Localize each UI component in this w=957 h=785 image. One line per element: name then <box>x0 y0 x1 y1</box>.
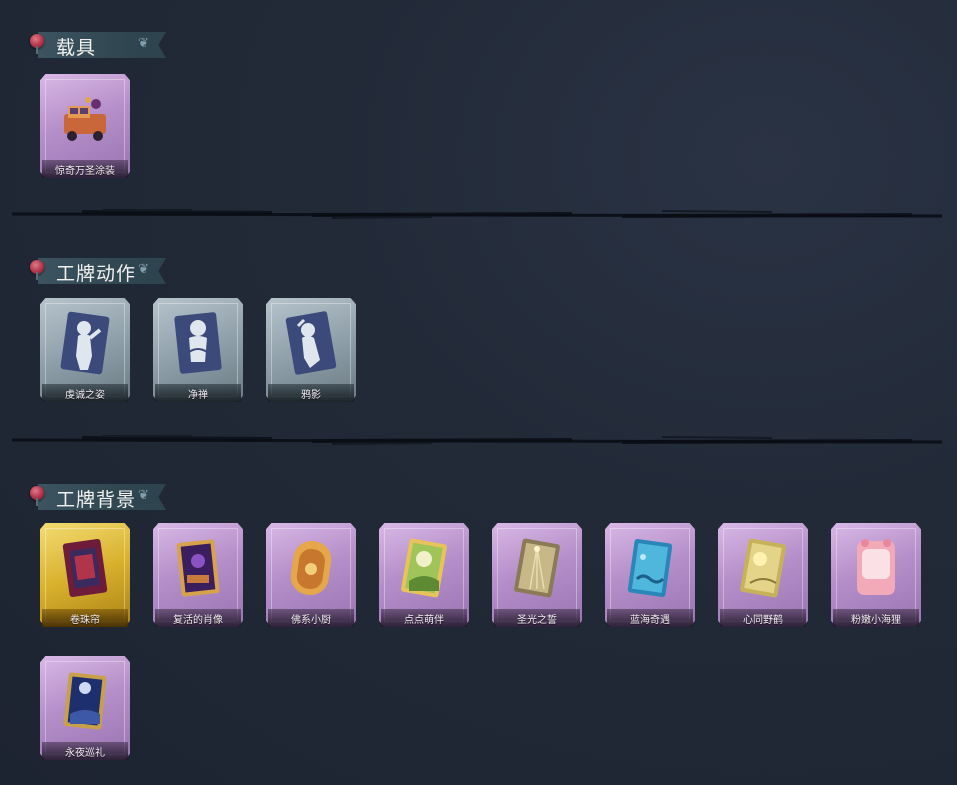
item-card-background[interactable]: 蓝海奇遇 <box>605 523 695 631</box>
item-card-background[interactable]: 卷珠帘 <box>40 523 130 631</box>
item-card-background[interactable]: 粉嫩小海狸 <box>831 523 921 631</box>
card-label: 永夜巡礼 <box>65 747 105 759</box>
card-label: 鸦影 <box>301 389 321 401</box>
item-card-background[interactable]: 心同野鹤 <box>718 523 808 631</box>
pose-silhouette-icon <box>60 311 110 375</box>
card-label-bar: 粉嫩小海狸 <box>833 609 919 627</box>
collection-panel: 载具 ❦ 惊奇万圣涂装 工牌动作 ❦ 虔诚之姿 净禅 鸦影 工牌背景 ❦ 卷珠帘… <box>0 0 957 785</box>
card-label: 卷珠帘 <box>70 614 100 626</box>
card-label: 粉嫩小海狸 <box>851 614 901 626</box>
card-label-bar: 心同野鹤 <box>720 609 806 627</box>
section-divider <box>12 209 942 219</box>
card-label: 蓝海奇遇 <box>630 614 670 626</box>
pose-silhouette-icon <box>285 311 337 375</box>
item-card-background[interactable]: 点点萌伴 <box>379 523 469 631</box>
pose-silhouette-icon <box>174 312 222 374</box>
badge-background-icon <box>176 539 220 597</box>
card-label: 点点萌伴 <box>404 614 444 626</box>
vehicle-icon <box>64 97 106 141</box>
card-label: 惊奇万圣涂装 <box>55 165 115 177</box>
badge-background-icon <box>514 538 560 598</box>
badge-background-icon <box>401 538 447 598</box>
card-label-bar: 点点萌伴 <box>381 609 467 627</box>
item-card-background[interactable]: 永夜巡礼 <box>40 656 130 764</box>
pin-icon <box>30 486 44 506</box>
badge-background-icon <box>740 538 786 598</box>
section-title: 载具 <box>56 37 97 59</box>
item-card-background[interactable]: 圣光之誓 <box>492 523 582 631</box>
item-card-action[interactable]: 净禅 <box>153 298 243 406</box>
pin-icon <box>30 34 44 54</box>
badge-background-icon <box>63 672 107 730</box>
card-label-bar: 净禅 <box>155 384 241 402</box>
section-title: 工牌背景 <box>56 489 137 511</box>
card-label-bar: 圣光之誓 <box>494 609 580 627</box>
card-label: 净禅 <box>188 389 208 401</box>
item-card-action[interactable]: 鸦影 <box>266 298 356 406</box>
card-label-bar: 佛系小厨 <box>268 609 354 627</box>
section-title: 工牌动作 <box>56 263 137 285</box>
swirl-icon: ❦ <box>138 36 149 51</box>
card-label-bar: 虔诚之姿 <box>42 384 128 402</box>
card-label: 虔诚之姿 <box>65 389 105 401</box>
section-divider <box>12 435 942 445</box>
badge-background-icon <box>62 539 108 597</box>
swirl-icon: ❦ <box>138 262 149 277</box>
badge-background-icon <box>857 539 895 595</box>
item-card-vehicle[interactable]: 惊奇万圣涂装 <box>40 74 130 182</box>
badge-background-icon <box>290 540 332 596</box>
item-card-action[interactable]: 虔诚之姿 <box>40 298 130 406</box>
card-label-bar: 永夜巡礼 <box>42 742 128 760</box>
item-card-background[interactable]: 复活的肖像 <box>153 523 243 631</box>
item-card-background[interactable]: 佛系小厨 <box>266 523 356 631</box>
card-label: 复活的肖像 <box>173 614 223 626</box>
badge-background-icon <box>627 539 673 597</box>
pin-icon <box>30 260 44 280</box>
card-label: 佛系小厨 <box>291 614 331 626</box>
card-label-bar: 卷珠帘 <box>42 609 128 627</box>
swirl-icon: ❦ <box>138 488 149 503</box>
card-label-bar: 复活的肖像 <box>155 609 241 627</box>
card-label-bar: 蓝海奇遇 <box>607 609 693 627</box>
card-label-bar: 惊奇万圣涂装 <box>42 160 128 178</box>
card-label: 心同野鹤 <box>743 614 783 626</box>
card-label-bar: 鸦影 <box>268 384 354 402</box>
card-label: 圣光之誓 <box>517 614 557 626</box>
